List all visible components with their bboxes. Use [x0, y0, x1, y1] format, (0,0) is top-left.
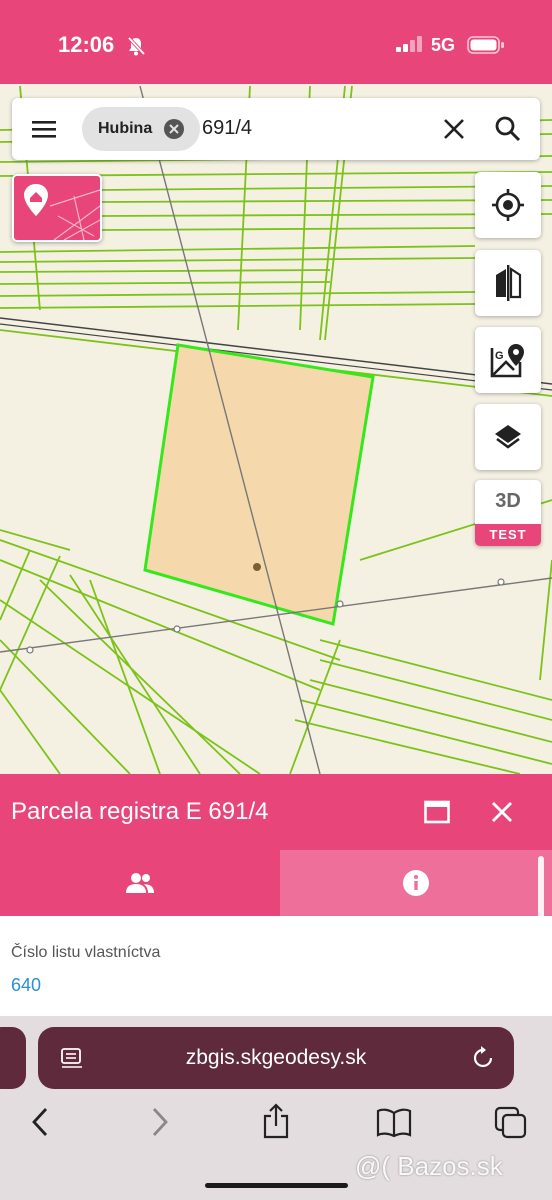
chip-remove-icon[interactable] — [164, 119, 184, 139]
3d-label: 3D — [495, 490, 521, 512]
reload-icon[interactable] — [470, 1045, 496, 1071]
people-icon — [126, 873, 154, 893]
layers-button[interactable] — [475, 404, 541, 470]
maximize-icon[interactable] — [424, 800, 450, 824]
map-location-icon: G — [490, 344, 524, 378]
svg-text:G: G — [495, 350, 504, 362]
panel-scrollbar[interactable] — [538, 856, 544, 940]
previous-tab[interactable] — [0, 1027, 26, 1089]
info-icon — [403, 870, 429, 896]
chip-label: Hubina — [98, 120, 153, 137]
basemap-switcher-thumbnail[interactable] — [12, 174, 102, 242]
hamburger-menu-icon[interactable] — [30, 116, 58, 142]
signal-icon — [396, 36, 422, 52]
compare-maps-button[interactable] — [475, 250, 541, 316]
crosshair-icon — [492, 189, 524, 221]
address-bar[interactable]: zbgis.skgeodesy.sk — [38, 1027, 514, 1089]
status-bar: 12:06 5G — [0, 0, 552, 84]
tabs-icon[interactable] — [494, 1106, 528, 1140]
layers-icon — [495, 425, 521, 449]
home-indicator — [205, 1183, 348, 1188]
test-badge: TEST — [475, 524, 541, 546]
tab-info[interactable] — [280, 850, 552, 916]
search-icon[interactable] — [494, 115, 522, 143]
3d-view-button[interactable]: 3D TEST — [475, 480, 541, 546]
close-icon[interactable] — [490, 800, 514, 824]
ownership-sheet-label: Číslo listu vlastníctva — [11, 944, 161, 961]
parcel-details: Číslo listu vlastníctva 640 — [0, 916, 552, 1020]
url-text[interactable]: zbgis.skgeodesy.sk — [38, 1046, 514, 1070]
clear-search-icon[interactable] — [442, 117, 466, 141]
status-time: 12:06 — [58, 32, 115, 57]
network-type: 5G — [431, 35, 456, 55]
search-input[interactable]: 691/4 — [202, 117, 252, 140]
bazos-watermark: @( Bazos.sk — [355, 1151, 503, 1181]
panel-title: Parcela registra E 691/4 — [11, 798, 269, 825]
ownership-sheet-link[interactable]: 640 — [11, 975, 41, 996]
back-icon[interactable] — [30, 1106, 50, 1138]
my-location-button[interactable] — [475, 172, 541, 238]
bookmarks-icon[interactable] — [376, 1108, 412, 1138]
share-icon[interactable] — [262, 1103, 290, 1139]
bell-muted-icon — [127, 36, 146, 56]
google-maps-button[interactable]: G — [475, 327, 541, 393]
forward-icon[interactable] — [150, 1106, 170, 1138]
battery-icon — [467, 36, 504, 54]
split-compare-icon — [496, 265, 522, 301]
municipality-chip[interactable]: Hubina — [82, 107, 200, 151]
tab-owners[interactable] — [0, 850, 280, 916]
search-bar: Hubina 691/4 — [12, 98, 540, 160]
parcel-panel-header: Parcela registra E 691/4 — [0, 774, 552, 850]
